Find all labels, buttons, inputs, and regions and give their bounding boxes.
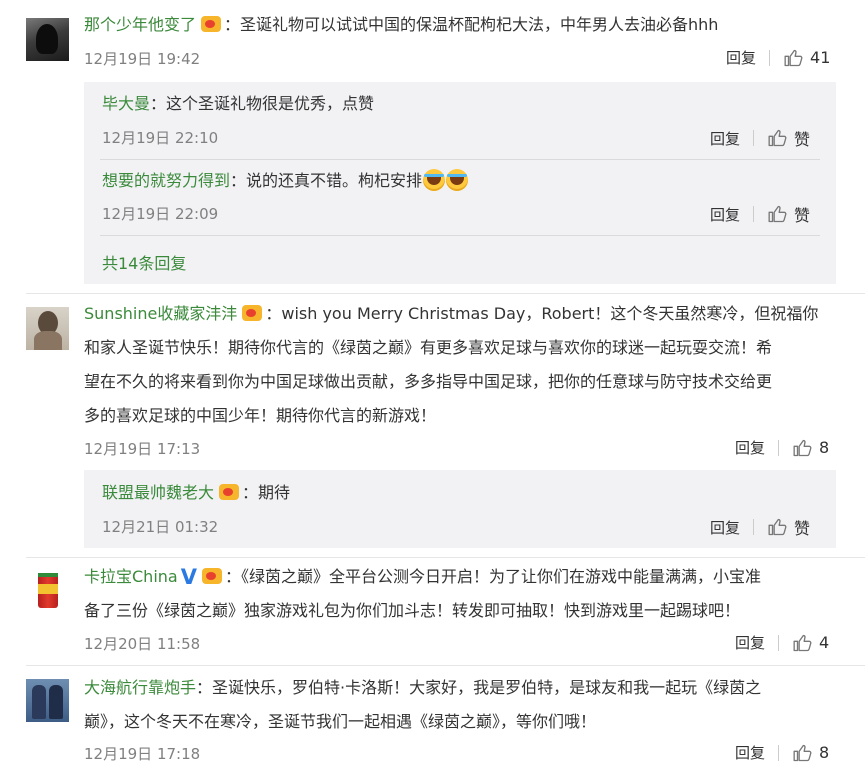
- username-link[interactable]: 想要的就努力得到: [102, 171, 230, 190]
- comment-line: 大海航行靠炮手：圣诞快乐，罗伯特·卡洛斯！大家好，我是罗伯特，是球友和我一起玩《…: [84, 671, 844, 705]
- divider: [100, 159, 820, 160]
- like-count: 4: [819, 633, 830, 652]
- reply-body: ：这个圣诞礼物很是优秀，点赞: [150, 94, 375, 113]
- username-link[interactable]: 卡拉宝China: [84, 567, 178, 586]
- comment-line: Sunshine收藏家沣沣 ：wish you Merry Christmas D…: [84, 297, 844, 331]
- like-button[interactable]: 8: [792, 743, 829, 763]
- username-link[interactable]: 大海航行靠炮手: [84, 678, 196, 697]
- comment-body: ：《绿茵之巅》全平台公测今日开启！为了让你们在游戏中能量满满，小宝准: [224, 567, 761, 586]
- comment-text: Sunshine收藏家沣沣 ：wish you Merry Christmas D…: [84, 297, 844, 433]
- timestamp: 12月21日 01:32: [102, 518, 219, 536]
- reply-button[interactable]: 回复: [735, 742, 765, 763]
- thumbs-up-icon: [768, 129, 787, 147]
- comment-actions: 回复 8: [735, 742, 829, 763]
- like-button[interactable]: 41: [783, 48, 830, 68]
- username-link[interactable]: 那个少年他变了: [84, 15, 196, 34]
- comment-actions: 回复 41: [726, 47, 830, 68]
- more-replies-link[interactable]: 共14条回复: [102, 250, 186, 274]
- reply-body: ：期待: [242, 483, 291, 502]
- vip-crown-icon: [201, 568, 223, 584]
- divider: [753, 519, 755, 535]
- divider: [778, 744, 780, 761]
- timestamp: 12月19日 22:09: [102, 205, 219, 223]
- timestamp: 12月19日 22:10: [102, 129, 219, 147]
- comment-body: ：圣诞快乐，罗伯特·卡洛斯！大家好，我是罗伯特，是球友和我一起玩《绿茵之: [196, 678, 762, 697]
- reply-button[interactable]: 回复: [726, 47, 756, 68]
- reply-actions: 回复 赞: [710, 126, 810, 150]
- timestamp: 12月19日 17:18: [84, 745, 201, 763]
- comment-line: 和家人圣诞节快乐！期待你代言的《绿茵之巅》有更多喜欢足球与喜欢你的球迷一起玩耍交…: [84, 338, 773, 357]
- thumbs-up-icon: [784, 49, 803, 66]
- divider: [753, 130, 755, 146]
- like-label: 赞: [794, 206, 811, 225]
- like-label: 赞: [794, 130, 811, 149]
- comment-line: 望在不久的将来看到你为中国足球做出贡献，多多指导中国足球，把你的任意球与防守技术…: [84, 372, 773, 391]
- avatar[interactable]: [26, 569, 69, 612]
- reply-list: 毕大曼：这个圣诞礼物很是优秀，点赞 12月19日 22:10 回复 赞 想要的就…: [84, 82, 836, 284]
- like-button[interactable]: 赞: [767, 202, 810, 226]
- comment-line: 多的喜欢足球的中国少年！期待你代言的新游戏！: [84, 406, 437, 425]
- comment-body: ：wish you Merry Christmas Day，Robert！这个冬…: [265, 304, 819, 323]
- username-link[interactable]: 毕大曼: [102, 94, 150, 113]
- comment-actions: 回复 4: [735, 632, 829, 653]
- divider: [753, 206, 755, 222]
- reply-body: ：说的还真不错。枸杞安排: [230, 171, 423, 190]
- thumbs-up-icon: [793, 744, 812, 761]
- thumbs-up-icon: [768, 205, 787, 223]
- reply-list: 联盟最帅魏老大 ：期待 12月21日 01:32 回复 赞: [84, 470, 836, 548]
- timestamp: 12月19日 19:42: [84, 50, 201, 68]
- vip-crown-icon: [200, 16, 222, 32]
- like-count: 8: [819, 743, 830, 762]
- divider: [26, 665, 865, 666]
- vip-crown-icon: [241, 305, 263, 321]
- thumbs-up-icon: [768, 518, 787, 536]
- reply-button[interactable]: 回复: [710, 128, 740, 149]
- comment-text: 卡拉宝China V ：《绿茵之巅》全平台公测今日开启！为了让你们在游戏中能量满满，…: [84, 560, 844, 628]
- reply-actions: 回复 赞: [710, 515, 810, 539]
- reply-actions: 回复 赞: [710, 202, 810, 226]
- comment-line: 备了三份《绿茵之巅》独家游戏礼包为你们加斗志！转发即可抽取！快到游戏里一起踢球吧…: [84, 601, 741, 620]
- like-button[interactable]: 8: [792, 438, 829, 458]
- comment-text: 那个少年他变了 ：圣诞礼物可以试试中国的保温杯配枸杞大法，中年男人去油必备hhh: [84, 8, 718, 42]
- username-link[interactable]: Sunshine收藏家沣沣: [84, 304, 237, 323]
- comment-line: 巅》，这个冬天不在寒冷，圣诞节我们一起相遇《绿茵之巅》，等你们哦！: [84, 712, 597, 731]
- reply-text: 毕大曼：这个圣诞礼物很是优秀，点赞: [102, 87, 374, 121]
- verified-v-icon: V: [180, 565, 197, 589]
- divider: [26, 293, 865, 294]
- reply-text: 想要的就努力得到：说的还真不错。枸杞安排: [102, 164, 469, 198]
- like-count: 8: [819, 438, 830, 457]
- divider: [100, 235, 820, 236]
- divider: [26, 557, 865, 558]
- avatar[interactable]: [26, 307, 69, 350]
- avatar[interactable]: [26, 18, 69, 61]
- reply-button[interactable]: 回复: [710, 517, 740, 538]
- timestamp: 12月20日 11:58: [84, 635, 201, 653]
- divider: [778, 634, 780, 651]
- username-link[interactable]: 联盟最帅魏老大: [102, 483, 214, 502]
- comment-body: ：圣诞礼物可以试试中国的保温杯配枸杞大法，中年男人去油必备hhh: [224, 15, 719, 34]
- like-count: 41: [810, 48, 831, 67]
- reply-button[interactable]: 回复: [710, 204, 740, 225]
- comment-actions: 回复 8: [735, 437, 829, 458]
- thumbs-up-icon: [793, 439, 812, 456]
- reply-button[interactable]: 回复: [735, 632, 765, 653]
- like-label: 赞: [794, 519, 811, 538]
- laugh-cry-emoji: [446, 169, 469, 191]
- comment-text: 大海航行靠炮手：圣诞快乐，罗伯特·卡洛斯！大家好，我是罗伯特，是球友和我一起玩《…: [84, 671, 844, 739]
- timestamp: 12月19日 17:13: [84, 440, 201, 458]
- vip-crown-icon: [218, 484, 240, 500]
- like-button[interactable]: 赞: [767, 126, 810, 150]
- comment-line: 卡拉宝China V ：《绿茵之巅》全平台公测今日开启！为了让你们在游戏中能量满满，…: [84, 560, 844, 594]
- reply-text: 联盟最帅魏老大 ：期待: [102, 476, 290, 510]
- divider: [778, 439, 780, 456]
- like-button[interactable]: 4: [792, 633, 829, 653]
- avatar[interactable]: [26, 679, 69, 722]
- thumbs-up-icon: [793, 634, 812, 651]
- like-button[interactable]: 赞: [767, 515, 810, 539]
- divider: [769, 49, 771, 66]
- reply-button[interactable]: 回复: [735, 437, 765, 458]
- laugh-cry-emoji: [423, 169, 446, 191]
